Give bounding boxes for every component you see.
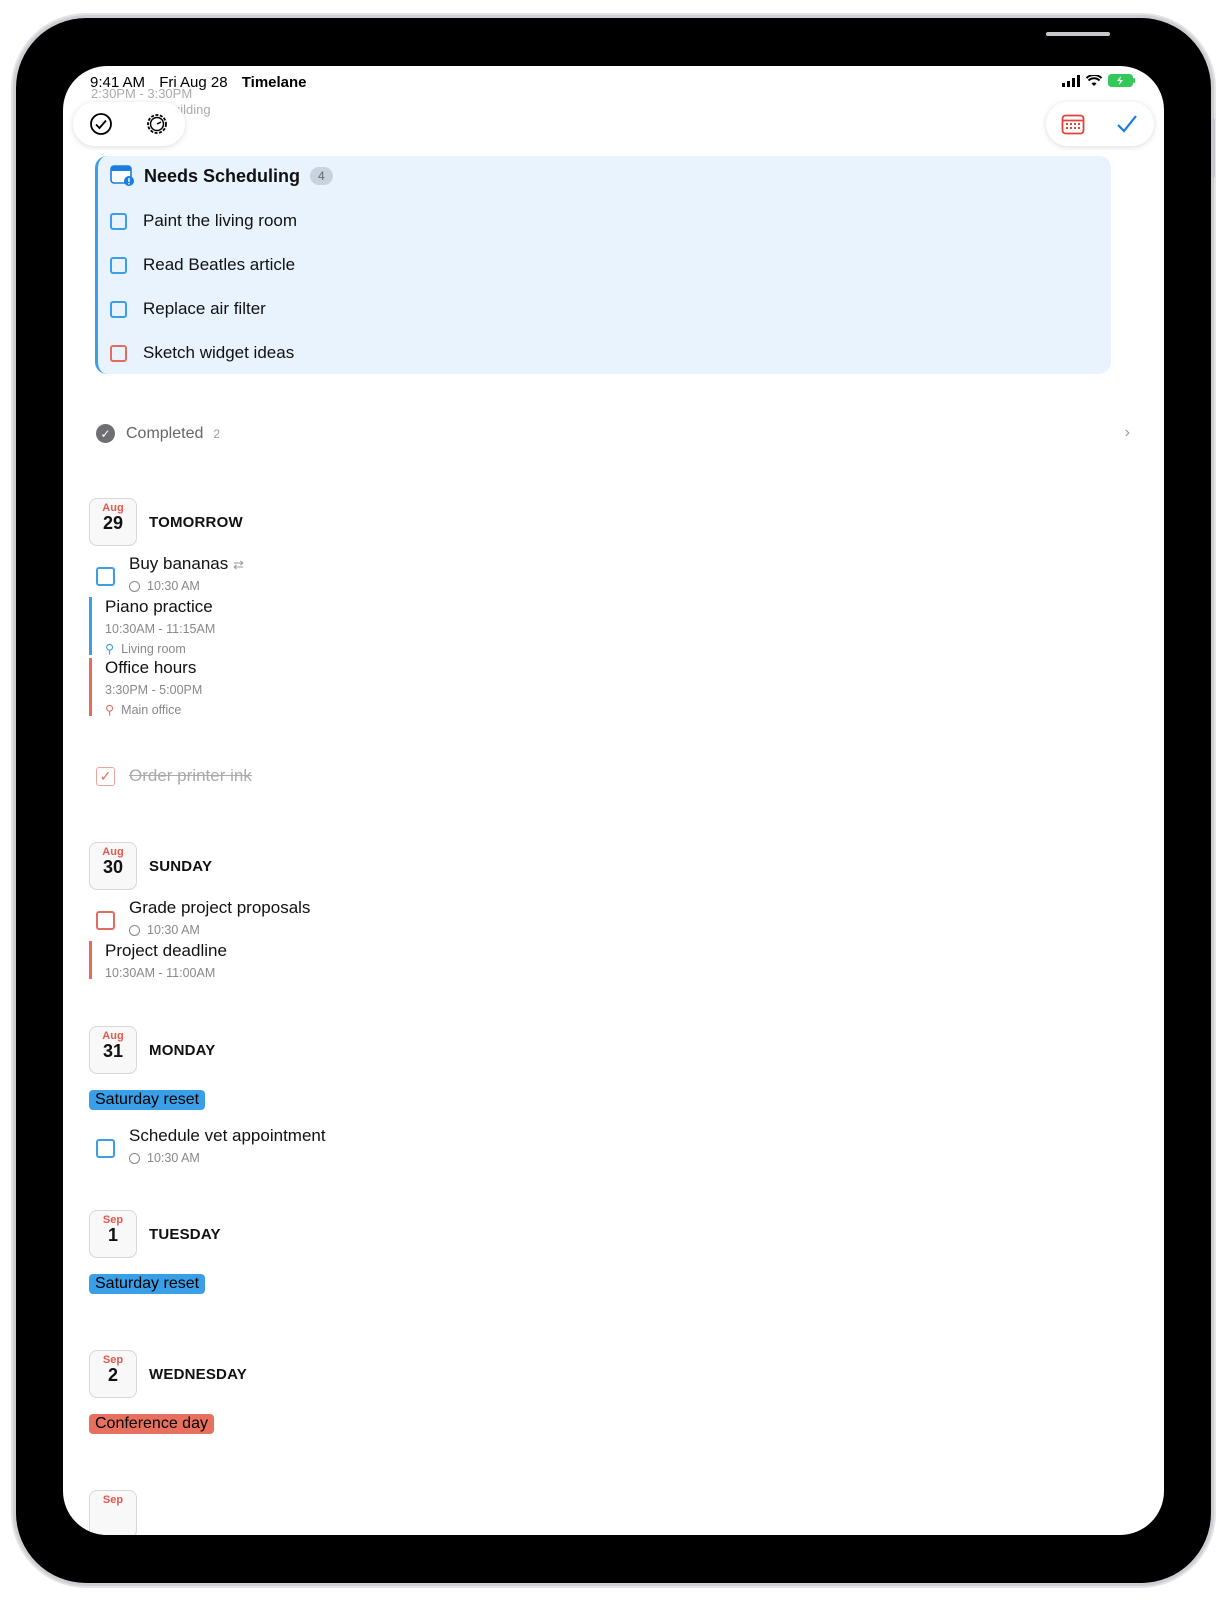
day-heading: TUESDAY: [149, 1226, 221, 1243]
day-heading: TOMORROW: [149, 514, 243, 531]
task-title: Buy bananas ⇄: [129, 554, 244, 573]
checkmark-icon[interactable]: [1110, 107, 1144, 141]
completed-count: 2: [213, 426, 221, 441]
completed-label: Completed: [126, 424, 204, 442]
status-date: Fri Aug 28: [159, 74, 228, 91]
date-badge: Aug 30: [89, 842, 137, 890]
needs-scheduling-title: Needs Scheduling: [144, 165, 301, 186]
date-badge: Aug 31: [89, 1026, 137, 1074]
completed-task[interactable]: ✓ Order printer ink: [96, 766, 252, 786]
event-location: ⚲ Living room: [105, 641, 186, 657]
task-checkbox[interactable]: [96, 567, 115, 586]
task-checkbox[interactable]: [96, 1139, 115, 1158]
task-checkbox[interactable]: [96, 911, 115, 930]
checked-checkbox[interactable]: ✓: [96, 766, 115, 786]
checkmark-circle-icon[interactable]: [84, 107, 118, 141]
all-day-event[interactable]: Saturday reset: [89, 1090, 206, 1110]
task-time: 10:30 AM: [129, 923, 200, 937]
date-day: 31: [102, 1041, 124, 1061]
task-title: Replace air filter: [143, 299, 266, 318]
task-title: Paint the living room: [143, 211, 298, 230]
location-pin-icon: ⚲: [105, 703, 115, 717]
list-item[interactable]: Read Beatles article: [110, 255, 295, 275]
all-day-event[interactable]: Saturday reset: [89, 1274, 206, 1294]
event-title: Piano practice: [105, 597, 213, 616]
date-badge: Aug 29: [89, 498, 137, 546]
task-checkbox[interactable]: [110, 300, 127, 318]
day-heading: SUNDAY: [149, 858, 213, 875]
task-time: 10:30 AM: [129, 579, 200, 593]
status-time: 9:41 AM: [90, 74, 146, 91]
toolbar-right: [1046, 102, 1154, 146]
task-checkbox[interactable]: [110, 256, 127, 274]
date-day: 1: [107, 1225, 118, 1245]
task-title: Schedule vet appointment: [129, 1126, 326, 1145]
volume-button: [1046, 32, 1110, 36]
toolbar-left: [73, 102, 185, 146]
event-time: 3:30PM - 5:00PM: [105, 683, 203, 697]
date-day: 2: [107, 1365, 118, 1385]
wifi-icon: [1086, 74, 1102, 86]
task-title: Read Beatles article: [143, 255, 296, 274]
completed-row[interactable]: ✓ Completed 2: [96, 424, 220, 443]
status-indicators: [1062, 74, 1136, 87]
list-item[interactable]: Paint the living room: [110, 211, 297, 231]
event-location: ⚲ Main office: [105, 702, 182, 718]
list-item[interactable]: Sketch widget ideas: [110, 343, 294, 363]
event-item[interactable]: Piano practice 10:30AM - 11:15AM ⚲ Living…: [89, 597, 216, 657]
calendar-alert-icon: [110, 165, 134, 186]
power-button: [1211, 118, 1215, 178]
event-time: 10:30AM - 11:00AM: [105, 966, 216, 980]
event-time: 10:30AM - 11:15AM: [105, 622, 216, 636]
date-day: 29: [102, 513, 124, 533]
task-title: Grade project proposals: [129, 898, 311, 917]
task-checkbox[interactable]: [110, 212, 127, 230]
date-badge: Sep 1: [89, 1210, 137, 1258]
date-month: Sep: [102, 1494, 124, 1506]
all-day-event[interactable]: Conference day: [89, 1414, 214, 1434]
event-item[interactable]: Office hours 3:30PM - 5:00PM ⚲ Main offic…: [89, 658, 203, 718]
day-heading: MONDAY: [149, 1042, 216, 1059]
battery-charging-icon: [1108, 74, 1135, 87]
clock-icon: [129, 1152, 140, 1164]
task-time: 10:30 AM: [129, 1151, 200, 1165]
screen: 2:30PM - 3:30PM uilding 9:41 AM Fri Aug …: [63, 66, 1164, 1535]
gear-icon[interactable]: [140, 107, 174, 141]
event-title: Project deadline: [105, 941, 227, 960]
date-day: 30: [102, 857, 124, 877]
date-badge: Sep: [89, 1490, 137, 1535]
day-heading: WEDNESDAY: [149, 1366, 247, 1383]
needs-scheduling-header: Needs Scheduling 4: [110, 164, 333, 188]
needs-scheduling-count: 4: [310, 167, 333, 185]
repeat-icon: ⇄: [232, 557, 244, 572]
clock-icon: [129, 924, 140, 936]
checkmark-circle-fill-icon: ✓: [96, 424, 115, 443]
task-title: Sketch widget ideas: [143, 343, 295, 362]
chevron-right-icon[interactable]: ›: [1125, 424, 1130, 442]
status-bar: 9:41 AM Fri Aug 28 Timelane: [90, 74, 317, 91]
location-pin-icon: ⚲: [105, 642, 115, 656]
event-title: Office hours: [105, 658, 197, 677]
status-app: Timelane: [241, 74, 307, 91]
event-item[interactable]: Project deadline 10:30AM - 11:00AM: [89, 941, 227, 980]
date-badge: Sep 2: [89, 1350, 137, 1398]
cellular-icon: [1062, 74, 1080, 87]
needs-scheduling-section: Needs Scheduling 4 Paint the living room…: [95, 156, 1111, 374]
clock-icon: [129, 580, 140, 592]
task-checkbox[interactable]: [110, 344, 127, 362]
task-title: Order printer ink: [129, 766, 252, 785]
list-item[interactable]: Replace air filter: [110, 299, 266, 319]
calendar-icon[interactable]: [1056, 107, 1090, 141]
